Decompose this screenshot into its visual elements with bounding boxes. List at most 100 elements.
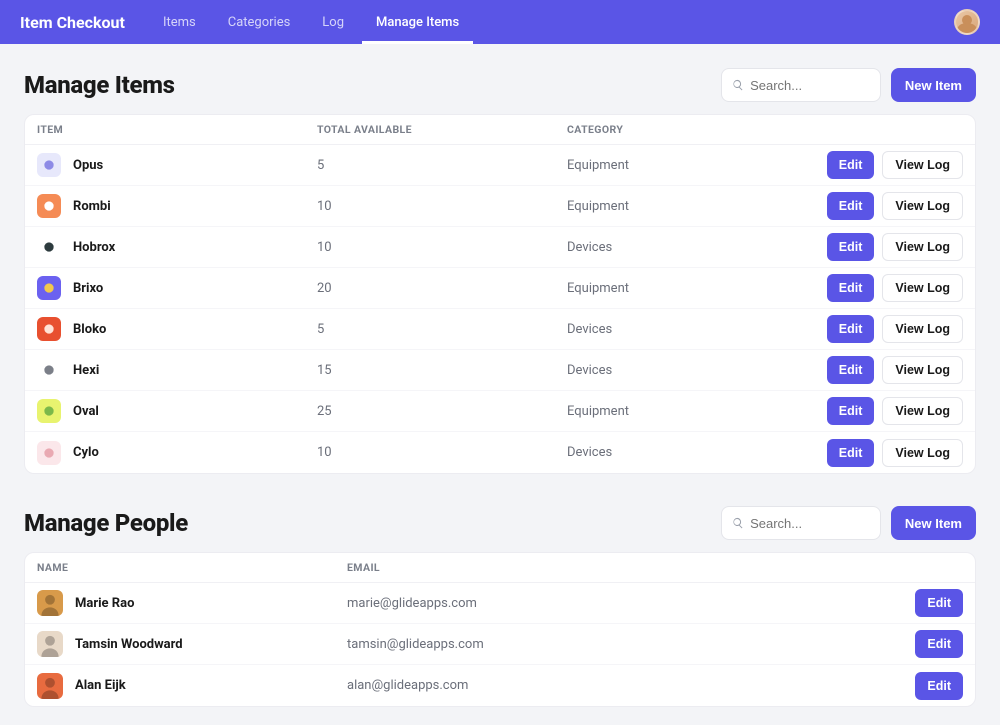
user-avatar[interactable] xyxy=(954,9,980,35)
view-log-button[interactable]: View Log xyxy=(882,439,963,467)
item-available: 20 xyxy=(317,281,567,296)
item-available: 5 xyxy=(317,158,567,173)
edit-button[interactable]: Edit xyxy=(827,192,875,220)
people-section-header: Manage People New Item xyxy=(24,506,976,540)
page-title: Manage Items xyxy=(24,71,175,99)
view-log-button[interactable]: View Log xyxy=(882,315,963,343)
table-row[interactable]: Brixo 20 Equipment Edit View Log xyxy=(25,268,975,309)
shape-icon xyxy=(42,322,56,336)
edit-button[interactable]: Edit xyxy=(827,233,875,261)
table-row[interactable]: Hexi 15 Devices Edit View Log xyxy=(25,350,975,391)
view-log-button[interactable]: View Log xyxy=(882,233,963,261)
col-cat: CATEGORY xyxy=(567,123,963,136)
item-icon xyxy=(37,317,61,341)
table-row[interactable]: Opus 5 Equipment Edit View Log xyxy=(25,145,975,186)
table-row[interactable]: Marie Rao marie@glideapps.com Edit xyxy=(25,583,975,624)
item-available: 25 xyxy=(317,404,567,419)
item-name: Bloko xyxy=(73,322,106,337)
item-category: Devices xyxy=(567,445,827,460)
view-log-button[interactable]: View Log xyxy=(882,151,963,179)
view-log-button[interactable]: View Log xyxy=(882,356,963,384)
nav-links: ItemsCategoriesLogManage Items xyxy=(149,0,473,44)
item-category: Equipment xyxy=(567,199,827,214)
search-icon xyxy=(732,516,744,530)
nav-link-items[interactable]: Items xyxy=(149,0,210,44)
people-search-input[interactable] xyxy=(750,516,870,531)
item-icon xyxy=(37,358,61,382)
edit-button[interactable]: Edit xyxy=(827,315,875,343)
person-avatar xyxy=(37,590,63,616)
col-email: EMAIL xyxy=(347,561,963,574)
people-table: NAME EMAIL Marie Rao marie@glideapps.com… xyxy=(24,552,976,707)
table-row[interactable]: Oval 25 Equipment Edit View Log xyxy=(25,391,975,432)
edit-button[interactable]: Edit xyxy=(915,589,963,617)
items-table-header: ITEM TOTAL AVAILABLE CATEGORY xyxy=(25,115,975,145)
table-row[interactable]: Rombi 10 Equipment Edit View Log xyxy=(25,186,975,227)
person-name: Alan Eijk xyxy=(75,678,126,693)
shape-icon xyxy=(42,363,56,377)
shape-icon xyxy=(42,446,56,460)
brand-title: Item Checkout xyxy=(20,13,125,32)
new-person-button[interactable]: New Item xyxy=(891,506,976,540)
col-name: NAME xyxy=(37,561,347,574)
edit-button[interactable]: Edit xyxy=(915,630,963,658)
item-icon xyxy=(37,399,61,423)
view-log-button[interactable]: View Log xyxy=(882,397,963,425)
item-available: 15 xyxy=(317,363,567,378)
person-name: Marie Rao xyxy=(75,596,134,611)
item-name: Hobrox xyxy=(73,240,115,255)
nav-link-manage-items[interactable]: Manage Items xyxy=(362,0,473,44)
edit-button[interactable]: Edit xyxy=(827,439,875,467)
person-email: alan@glideapps.com xyxy=(347,678,915,693)
shape-icon xyxy=(42,240,56,254)
item-icon xyxy=(37,235,61,259)
person-icon xyxy=(37,631,63,657)
item-icon xyxy=(37,441,61,465)
new-item-button[interactable]: New Item xyxy=(891,68,976,102)
view-log-button[interactable]: View Log xyxy=(882,274,963,302)
person-avatar xyxy=(37,631,63,657)
item-name: Oval xyxy=(73,404,99,419)
view-log-button[interactable]: View Log xyxy=(882,192,963,220)
shape-icon xyxy=(42,281,56,295)
nav-link-categories[interactable]: Categories xyxy=(214,0,305,44)
item-available: 10 xyxy=(317,199,567,214)
item-available: 5 xyxy=(317,322,567,337)
item-category: Devices xyxy=(567,322,827,337)
person-name: Tamsin Woodward xyxy=(75,637,183,652)
edit-button[interactable]: Edit xyxy=(827,151,875,179)
items-search-input[interactable] xyxy=(750,78,870,93)
item-icon xyxy=(37,276,61,300)
item-category: Equipment xyxy=(567,404,827,419)
person-email: tamsin@glideapps.com xyxy=(347,637,915,652)
edit-button[interactable]: Edit xyxy=(915,672,963,700)
table-row[interactable]: Tamsin Woodward tamsin@glideapps.com Edi… xyxy=(25,624,975,665)
person-avatar xyxy=(37,673,63,699)
items-search[interactable] xyxy=(721,68,881,102)
edit-button[interactable]: Edit xyxy=(827,274,875,302)
item-available: 10 xyxy=(317,240,567,255)
item-name: Cylo xyxy=(73,445,99,460)
item-name: Hexi xyxy=(73,363,99,378)
items-section-header: Manage Items New Item xyxy=(24,68,976,102)
item-name: Brixo xyxy=(73,281,103,296)
page-title: Manage People xyxy=(24,509,188,537)
table-row[interactable]: Hobrox 10 Devices Edit View Log xyxy=(25,227,975,268)
item-category: Equipment xyxy=(567,158,827,173)
search-icon xyxy=(732,78,744,92)
top-nav: Item Checkout ItemsCategoriesLogManage I… xyxy=(0,0,1000,44)
edit-button[interactable]: Edit xyxy=(827,356,875,384)
person-icon xyxy=(37,673,63,699)
shape-icon xyxy=(42,158,56,172)
col-avail: TOTAL AVAILABLE xyxy=(317,123,567,136)
table-row[interactable]: Bloko 5 Devices Edit View Log xyxy=(25,309,975,350)
table-row[interactable]: Cylo 10 Devices Edit View Log xyxy=(25,432,975,473)
item-name: Opus xyxy=(73,158,103,173)
table-row[interactable]: Alan Eijk alan@glideapps.com Edit xyxy=(25,665,975,706)
edit-button[interactable]: Edit xyxy=(827,397,875,425)
nav-link-log[interactable]: Log xyxy=(308,0,358,44)
shape-icon xyxy=(42,404,56,418)
item-icon xyxy=(37,194,61,218)
shape-icon xyxy=(42,199,56,213)
people-search[interactable] xyxy=(721,506,881,540)
